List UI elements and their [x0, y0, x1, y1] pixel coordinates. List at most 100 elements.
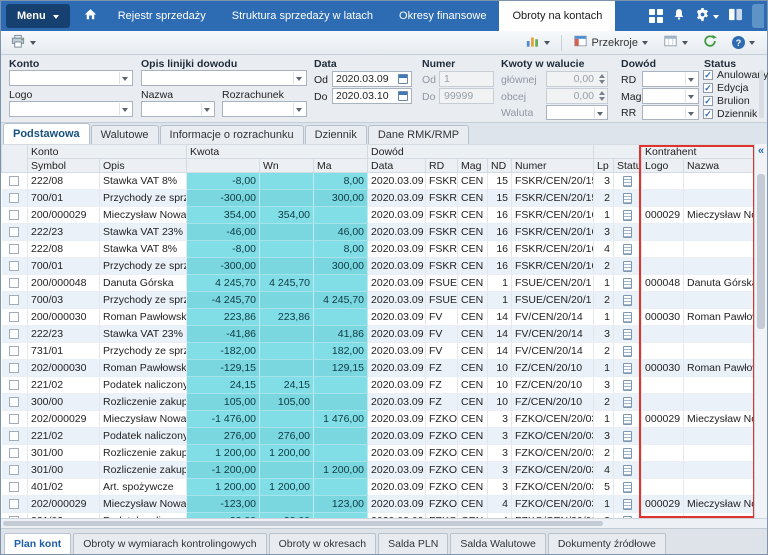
table-row[interactable]: 200/000048Danuta Górska4 245,704 245,702… — [2, 275, 755, 292]
column-header-ma[interactable]: Ma — [314, 159, 368, 173]
table-row[interactable]: 700/01Przychody ze sprzeda-300,00300,002… — [2, 258, 755, 275]
column-header-logo[interactable]: Logo — [642, 159, 684, 173]
apps-grid-button[interactable] — [649, 9, 663, 23]
print-button[interactable] — [6, 32, 40, 54]
view-tab[interactable]: Dane RMK/RMP — [368, 125, 469, 144]
layout-panels-button[interactable] — [728, 8, 743, 24]
data-od-field[interactable]: 2020.03.09 — [332, 71, 412, 87]
bottom-tab[interactable]: Dokumenty źródłowe — [548, 533, 666, 554]
view-tab[interactable]: Dziennik — [305, 125, 367, 144]
row-checkbox[interactable] — [9, 499, 19, 509]
waluta-combo[interactable] — [546, 105, 608, 120]
column-header-opis[interactable]: Opis — [100, 159, 187, 173]
row-checkbox[interactable] — [9, 465, 19, 475]
column-header-symbol[interactable]: Symbol — [28, 159, 100, 173]
rd-combo[interactable] — [642, 71, 699, 87]
column-header-numer[interactable]: Numer — [512, 159, 594, 173]
bottom-tab[interactable]: Obroty w okresach — [269, 533, 377, 554]
table-row[interactable]: 700/01Przychody ze sprzeda-300,00300,002… — [2, 190, 755, 207]
row-checkbox[interactable] — [9, 431, 19, 441]
group-header-kontrahent[interactable]: Kontrahent — [642, 145, 755, 159]
help-button[interactable]: ? — [728, 34, 759, 51]
table-row[interactable]: 202/000029Mieczysław Nowakow-123,00123,0… — [2, 496, 755, 513]
row-checkbox[interactable] — [9, 295, 19, 305]
konto-combo[interactable] — [9, 70, 133, 86]
mag-combo[interactable] — [642, 88, 699, 104]
view-tab[interactable]: Informacje o rozrachunku — [160, 125, 304, 144]
row-checkbox[interactable] — [9, 346, 19, 356]
logo-combo[interactable] — [9, 101, 133, 117]
column-header-kwota-value[interactable] — [187, 159, 260, 173]
collapse-panel-chevron[interactable]: « — [755, 144, 767, 160]
status-list-scrollbar[interactable] — [759, 70, 764, 118]
table-row[interactable]: 200/000029Mieczysław Nowakow354,00354,00… — [2, 207, 755, 224]
topbar-tab[interactable]: Rejestr sprzedaży — [105, 1, 219, 31]
column-header-wn[interactable]: Wn — [260, 159, 314, 173]
home-button[interactable] — [77, 1, 105, 31]
row-checkbox[interactable] — [9, 397, 19, 407]
row-checkbox[interactable] — [9, 227, 19, 237]
vertical-scrollbar-thumb[interactable] — [757, 174, 765, 329]
topbar-tab[interactable]: Okresy finansowe — [386, 1, 499, 31]
table-row[interactable]: 731/01Przychody ze sprzeda-182,00182,002… — [2, 343, 755, 360]
table-row[interactable]: 222/08Stawka VAT 8%-8,008,002020.03.09FS… — [2, 241, 755, 258]
row-checkbox[interactable] — [9, 448, 19, 458]
view-table-button[interactable] — [659, 32, 692, 53]
table-row[interactable]: 221/02Podatek naliczony VA276,00276,0020… — [2, 428, 755, 445]
table-row[interactable]: 221/02Podatek naliczony VA24,1524,152020… — [2, 377, 755, 394]
data-do-field[interactable]: 2020.03.10 — [332, 88, 412, 104]
row-checkbox[interactable] — [9, 329, 19, 339]
table-row[interactable]: 222/23Stawka VAT 23%-46,0046,002020.03.0… — [2, 224, 755, 241]
column-header-rd[interactable]: RD — [426, 159, 458, 173]
table-row[interactable]: 202/000029Mieczysław Nowakow-1 476,001 4… — [2, 411, 755, 428]
column-header-nd[interactable]: ND — [488, 159, 512, 173]
topbar-tab[interactable]: Obroty na kontach — [499, 1, 615, 31]
bottom-tab[interactable]: Salda PLN — [378, 533, 448, 554]
table-row[interactable]: 300/00Rozliczenie zakupu to105,00105,002… — [2, 394, 755, 411]
select-column-header[interactable] — [2, 145, 28, 173]
view-tab[interactable]: Podstawowa — [3, 123, 90, 144]
notifications-button[interactable] — [672, 7, 686, 25]
rozrachunek-combo[interactable] — [222, 101, 307, 117]
opis-combo[interactable] — [141, 70, 307, 86]
bottom-tab[interactable]: Obroty w wymiarach kontrolingowych — [73, 533, 266, 554]
row-checkbox[interactable] — [9, 363, 19, 373]
group-header-dowod[interactable]: Dowód — [368, 145, 594, 159]
kwota-glownej-field[interactable]: 0,00 — [546, 71, 608, 87]
table-row[interactable]: 222/08Stawka VAT 8%-8,008,002020.03.09FS… — [2, 173, 755, 190]
table-row[interactable]: 301/00Rozliczenie zakupu m1 200,001 200,… — [2, 445, 755, 462]
table-row[interactable]: 222/23Stawka VAT 23%-41,8641,862020.03.0… — [2, 326, 755, 343]
column-header-mag[interactable]: Mag — [458, 159, 488, 173]
column-header-nazwa[interactable]: Nazwa — [684, 159, 755, 173]
rr-combo[interactable] — [642, 105, 699, 120]
edge-panel-button[interactable] — [752, 4, 764, 28]
horizontal-scrollbar-thumb[interactable] — [3, 521, 603, 526]
column-header-lp[interactable]: Lp — [594, 159, 614, 173]
row-checkbox[interactable] — [9, 278, 19, 288]
group-header-konto[interactable]: Konto — [28, 145, 187, 159]
row-checkbox[interactable] — [9, 261, 19, 271]
table-row[interactable]: 700/03Przychody ze sprzeda-4 245,704 245… — [2, 292, 755, 309]
nazwa-combo[interactable] — [141, 101, 215, 117]
kwota-obcej-field[interactable]: 0,00 — [546, 88, 608, 104]
topbar-tab[interactable]: Struktura sprzedaży w latach — [219, 1, 386, 31]
przekroje-button[interactable]: Przekroje — [569, 32, 652, 53]
vertical-scrollbar[interactable]: « — [754, 144, 767, 518]
refresh-button[interactable] — [699, 32, 721, 53]
table-row[interactable]: 202/000030Roman Pawłowski-129,15129,1520… — [2, 360, 755, 377]
row-checkbox[interactable] — [9, 482, 19, 492]
row-checkbox[interactable] — [9, 210, 19, 220]
row-checkbox[interactable] — [9, 380, 19, 390]
horizontal-scrollbar[interactable] — [1, 518, 767, 528]
bottom-tab[interactable]: Salda Walutowe — [450, 533, 545, 554]
view-tab[interactable]: Walutowe — [91, 125, 159, 144]
numer-od-field[interactable]: 1 — [439, 71, 494, 87]
table-row[interactable]: 200/000030Roman Pawłowski223,86223,86202… — [2, 309, 755, 326]
row-checkbox[interactable] — [9, 176, 19, 186]
numer-do-field[interactable]: 99999 — [439, 88, 494, 104]
column-header-status[interactable]: Status — [614, 159, 642, 173]
chart-button[interactable] — [521, 32, 554, 53]
row-checkbox[interactable] — [9, 244, 19, 254]
row-checkbox[interactable] — [9, 414, 19, 424]
row-checkbox[interactable] — [9, 312, 19, 322]
